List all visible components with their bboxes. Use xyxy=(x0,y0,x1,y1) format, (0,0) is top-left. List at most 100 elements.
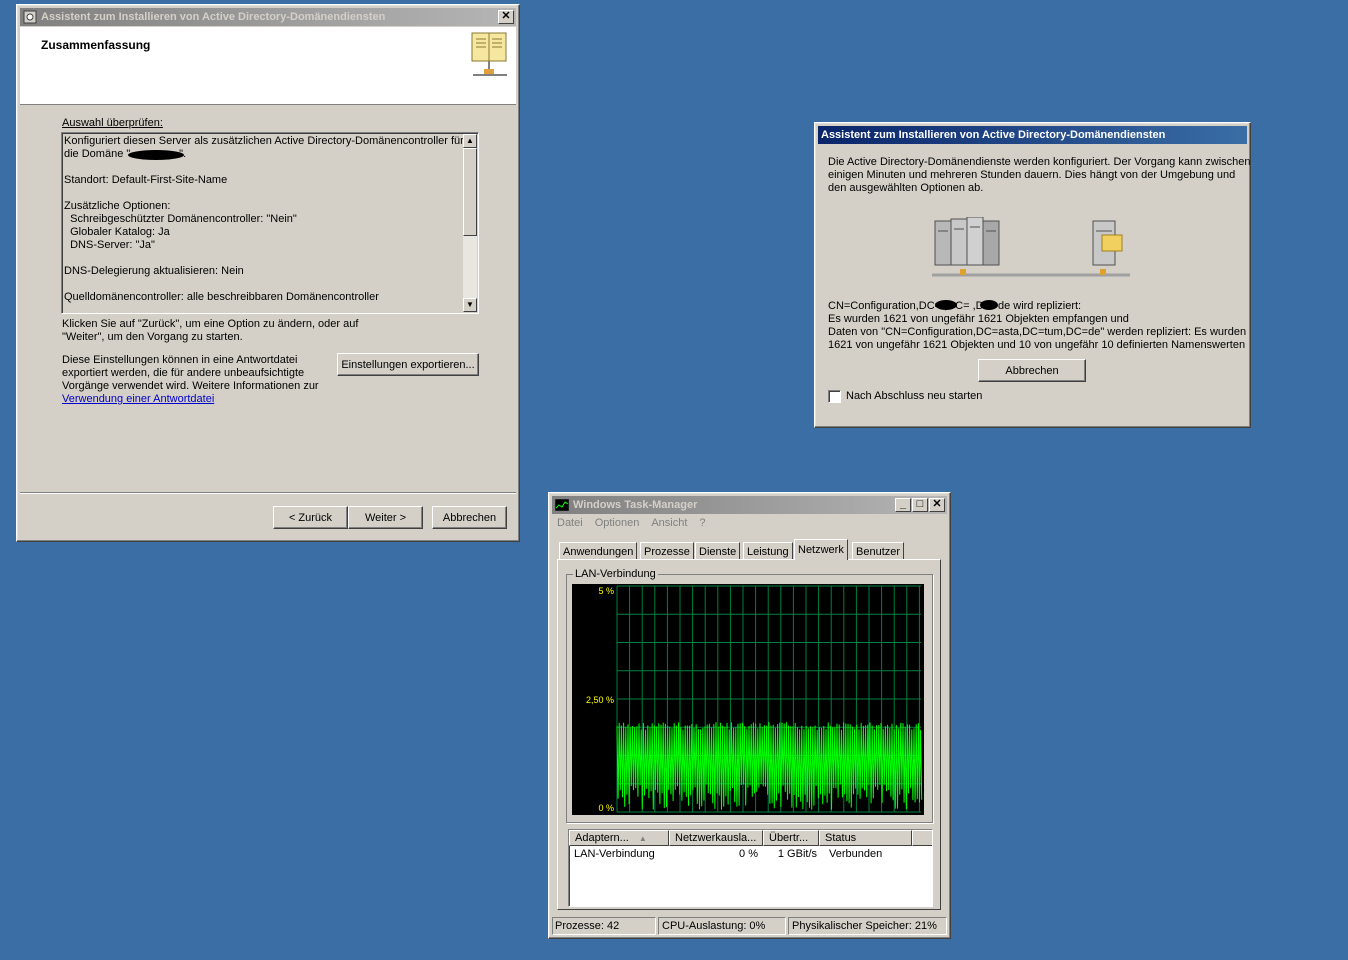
wizard-cancel-label: Abbrechen xyxy=(442,511,497,524)
lan-graph-group: LAN-Verbindung 5 % 2,50 % 0 % xyxy=(566,568,933,823)
review-label: Auswahl überprüfen: xyxy=(62,117,163,129)
progress-intro-2: einigen Minuten und mehreren Stunden dau… xyxy=(828,169,1236,181)
back-button[interactable]: < Zurück xyxy=(273,506,348,529)
summary-text: Konfiguriert diesen Server als zusätzlic… xyxy=(64,135,464,304)
taskmgr-app-icon xyxy=(555,499,569,511)
progress-cancel-button[interactable]: Abbrechen xyxy=(978,359,1086,382)
export-settings-button[interactable]: Einstellungen exportieren... xyxy=(337,353,479,376)
redacted-dc-2 xyxy=(980,300,998,310)
menu-options[interactable]: Optionen xyxy=(595,517,640,533)
next-label: Weiter > xyxy=(364,511,407,524)
tab-applications[interactable]: Anwendungen xyxy=(559,542,638,560)
wizard-window: Assistent zum Installieren von Active Di… xyxy=(16,4,520,542)
status-line-2: Es wurden 1621 von ungefähr 1621 Objekte… xyxy=(828,313,1129,325)
status-processes: Prozesse: 42 xyxy=(552,917,656,935)
menu-help[interactable]: ? xyxy=(699,517,705,533)
menu-view[interactable]: Ansicht xyxy=(651,517,687,533)
column-speed-label: Übertr... xyxy=(769,832,809,844)
network-tab-page: LAN-Verbindung 5 % 2,50 % 0 % Adaptern... ▲… xyxy=(557,559,941,910)
restart-checkbox[interactable] xyxy=(828,390,841,403)
status-line-3: Daten von "CN=Configuration,DC=asta,DC=t… xyxy=(828,326,1247,338)
row-adapter: LAN-Verbindung xyxy=(574,848,655,860)
server-folder-icon xyxy=(1092,220,1123,266)
summary-line: Globaler Katalog: Ja xyxy=(64,226,170,238)
restart-checkbox-label[interactable]: Nach Abschluss neu starten xyxy=(846,390,982,402)
column-status[interactable]: Status xyxy=(819,830,912,846)
maximize-icon: □ xyxy=(916,498,924,510)
wizard-separator xyxy=(20,492,516,494)
status-memory: Physikalischer Speicher: 21% xyxy=(788,917,947,935)
summary-scrollbar[interactable]: ▲ ▼ xyxy=(463,134,477,312)
column-status-label: Status xyxy=(825,832,857,844)
tab-applications-label: Anwendungen xyxy=(563,545,634,558)
menu-bar: Datei Optionen Ansicht ? xyxy=(552,517,706,533)
tab-processes[interactable]: Prozesse xyxy=(640,542,694,560)
page-title: Zusammenfassung xyxy=(41,38,151,52)
export-settings-label: Einstellungen exportieren... xyxy=(341,358,475,371)
server-rack-icon xyxy=(934,217,1000,266)
tab-services[interactable]: Dienste xyxy=(695,542,741,560)
column-usage[interactable]: Netzwerkausla... xyxy=(669,830,763,846)
scroll-thumb[interactable] xyxy=(463,148,477,236)
summary-line xyxy=(64,252,464,265)
lan-group-title: LAN-Verbindung xyxy=(573,568,658,580)
answer-file-link[interactable]: Verwendung einer Antwortdatei xyxy=(62,393,214,405)
row-status: Verbunden xyxy=(829,848,883,860)
tab-users-label: Benutzer xyxy=(856,545,901,558)
status-cpu-text: CPU-Auslastung: 0% xyxy=(662,920,766,932)
task-manager-window: Windows Task-Manager _ □ ✕ Datei Optione… xyxy=(548,492,951,939)
summary-line: DNS-Server: "Ja" xyxy=(64,239,155,251)
progress-cancel-label: Abbrechen xyxy=(1005,364,1059,377)
summary-line xyxy=(64,187,464,200)
maximize-button[interactable]: □ xyxy=(912,498,928,512)
summary-line: Standort: Default-First-Site-Name xyxy=(64,174,228,186)
column-filler xyxy=(912,830,932,846)
redacted-domain xyxy=(128,150,184,160)
summary-line xyxy=(64,161,464,174)
column-adapter[interactable]: Adaptern... ▲ xyxy=(569,830,669,846)
back-hint-2: "Weiter", um den Vorgang zu starten. xyxy=(62,331,243,343)
menu-file[interactable]: Datei xyxy=(557,517,583,533)
wizard-close-button[interactable]: ✕ xyxy=(498,10,514,24)
replication-animation xyxy=(932,217,1130,277)
tab-services-label: Dienste xyxy=(699,545,737,558)
adapter-list[interactable]: Adaptern... ▲ Netzwerkausla... Übertr... … xyxy=(568,829,933,907)
summary-textbox[interactable]: Konfiguriert diesen Server als zusätzlic… xyxy=(61,132,479,314)
back-label: < Zurück xyxy=(288,511,333,524)
tab-processes-label: Prozesse xyxy=(644,545,690,558)
tab-performance-label: Leistung xyxy=(747,545,789,558)
tab-performance[interactable]: Leistung xyxy=(743,542,793,560)
row-speed: 1 GBit/s xyxy=(777,848,817,860)
row-usage: 0 % xyxy=(739,848,758,860)
export-text-1: Diese Einstellungen können in eine Antwo… xyxy=(62,354,298,366)
progress-intro-3: den ausgewählten Optionen ab. xyxy=(828,182,984,194)
book-icon xyxy=(471,32,507,76)
status-bar: Prozesse: 42 CPU-Auslastung: 0% Physikal… xyxy=(552,917,947,935)
wizard-titlebar[interactable]: Assistent zum Installieren von Active Di… xyxy=(20,8,516,26)
taskmgr-titlebar[interactable]: Windows Task-Manager xyxy=(552,496,947,514)
next-button[interactable]: Weiter > xyxy=(348,506,423,529)
status-cpu: CPU-Auslastung: 0% xyxy=(658,917,786,935)
tab-users[interactable]: Benutzer xyxy=(852,542,905,560)
progress-titlebar[interactable]: Assistent zum Installieren von Active Di… xyxy=(818,126,1247,144)
summary-line: Konfiguriert diesen Server als zusätzlic… xyxy=(64,135,464,147)
export-text-3: Vorgänge verwendet wird. Weitere Informa… xyxy=(62,380,319,392)
close-icon: ✕ xyxy=(501,10,511,22)
minimize-button[interactable]: _ xyxy=(895,498,911,512)
taskmgr-close-button[interactable]: ✕ xyxy=(929,498,945,512)
network-graph: 5 % 2,50 % 0 % xyxy=(572,584,924,815)
scroll-down-button[interactable]: ▼ xyxy=(463,298,477,312)
wizard-cancel-button[interactable]: Abbrechen xyxy=(432,506,507,529)
column-usage-label: Netzwerkausla... xyxy=(675,832,757,844)
summary-line xyxy=(64,278,464,291)
tab-network[interactable]: Netzwerk xyxy=(794,539,848,560)
column-adapter-label: Adaptern... xyxy=(575,832,629,844)
table-row[interactable]: LAN-Verbindung 0 % 1 GBit/s Verbunden xyxy=(569,848,929,862)
column-speed[interactable]: Übertr... xyxy=(763,830,819,846)
progress-title: Assistent zum Installieren von Active Di… xyxy=(821,129,1166,141)
summary-line: Quelldomänencontroller: alle beschreibba… xyxy=(64,291,379,303)
wizard-header: Zusammenfassung xyxy=(20,27,516,105)
sort-ascending-icon: ▲ xyxy=(638,833,647,843)
wizard-title: Assistent zum Installieren von Active Di… xyxy=(41,11,386,23)
scroll-up-button[interactable]: ▲ xyxy=(463,134,477,148)
